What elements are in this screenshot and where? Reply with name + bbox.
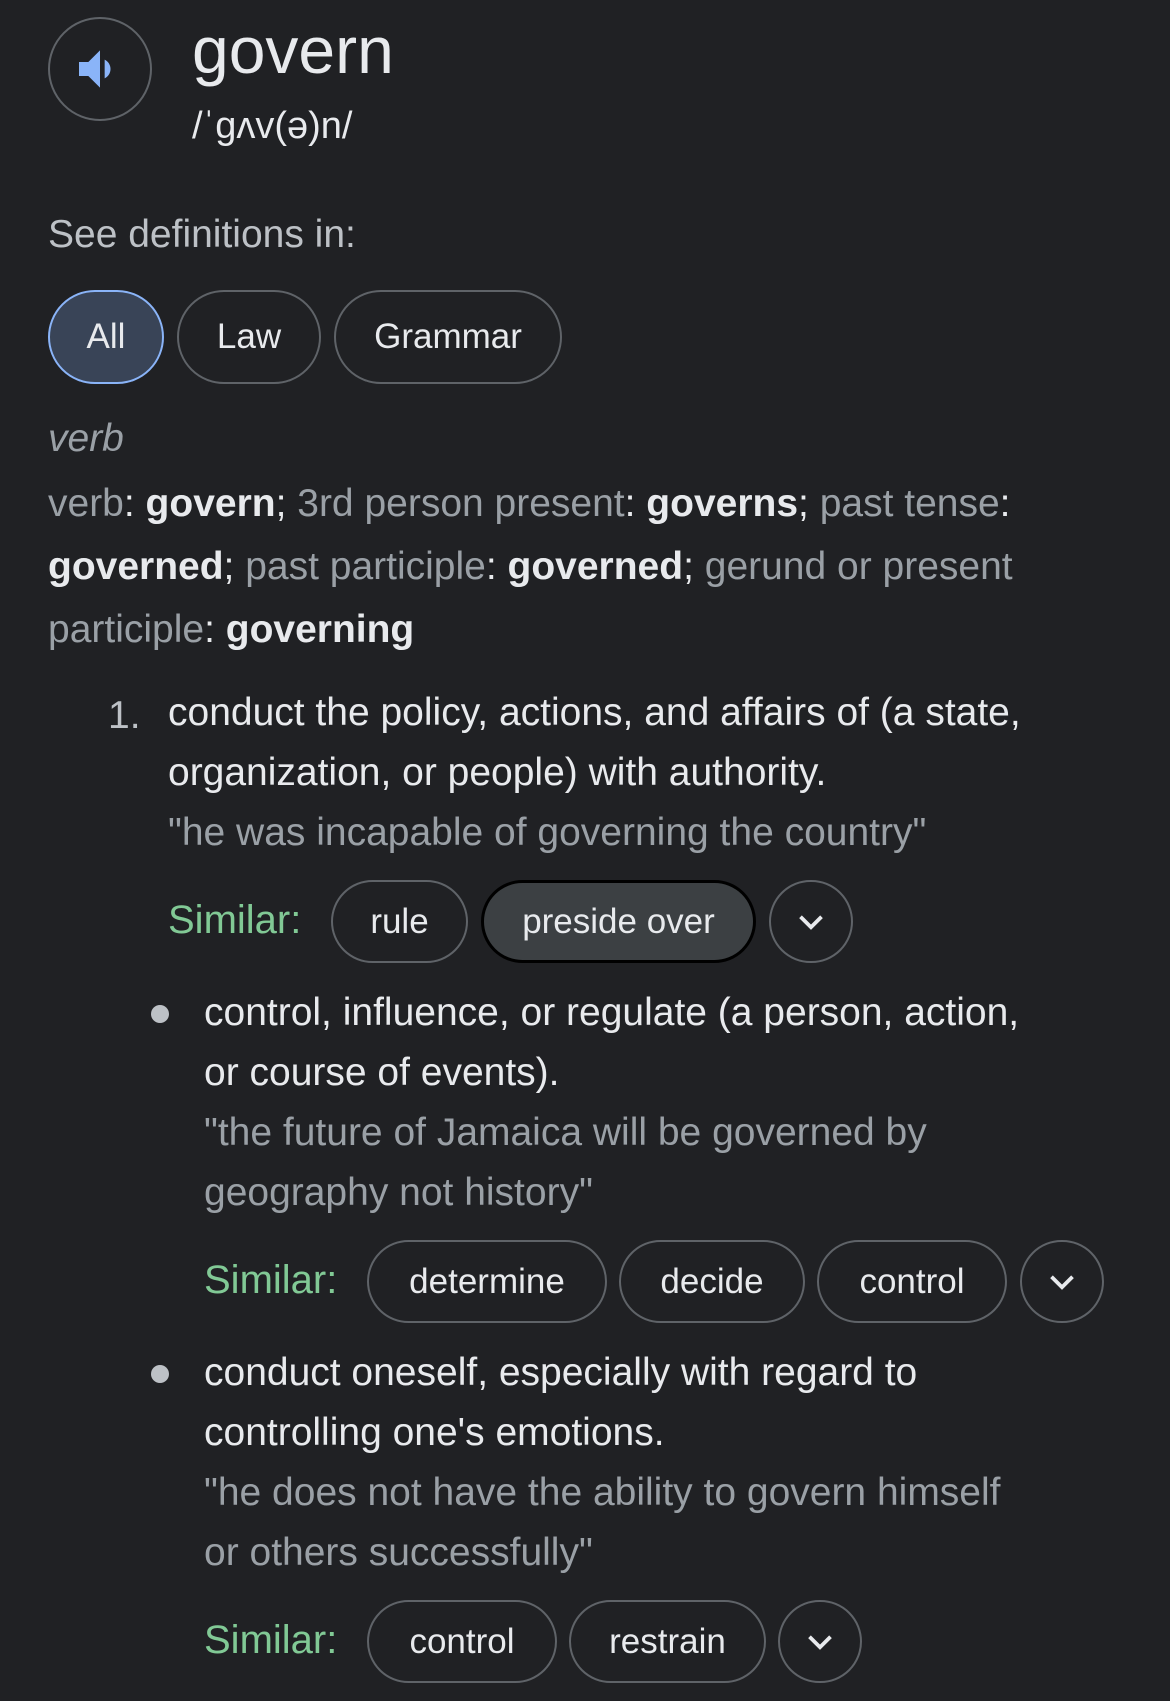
pronunciation-button[interactable]	[48, 17, 152, 121]
definition-line: organization, or people) with authority.	[168, 751, 827, 794]
similar-chip-control[interactable]: control	[817, 1240, 1007, 1323]
chevron-down-icon	[1050, 1274, 1074, 1290]
chip-law[interactable]: Law	[177, 290, 321, 384]
form-value: governed	[507, 545, 684, 588]
definition-line: or course of events).	[204, 1051, 560, 1094]
definition-line: conduct the policy, actions, and affairs…	[168, 691, 1021, 734]
headword: govern	[192, 13, 394, 87]
similar-chip-determine[interactable]: determine	[367, 1240, 607, 1323]
part-of-speech: verb	[48, 417, 124, 460]
chevron-down-icon	[799, 914, 823, 930]
definition-line: control, influence, or regulate (a perso…	[204, 991, 1020, 1034]
verb-forms: verb: govern; 3rd person present: govern…	[48, 482, 1013, 651]
see-definitions-label: See definitions in:	[48, 213, 356, 256]
chip-all[interactable]: All	[48, 290, 164, 384]
speaker-icon	[79, 50, 111, 88]
bullet	[151, 1005, 169, 1023]
form-value: governs	[646, 482, 799, 525]
similar-chip-decide[interactable]: decide	[619, 1240, 805, 1323]
chip-grammar[interactable]: Grammar	[334, 290, 562, 384]
similar-label: Similar:	[168, 898, 302, 942]
form-value: govern	[145, 482, 276, 525]
bullet	[151, 1365, 169, 1383]
expand-similar-button[interactable]	[778, 1600, 862, 1683]
similar-chip-rule[interactable]: rule	[331, 880, 468, 963]
form-value: governed	[48, 545, 224, 588]
similar-label: Similar:	[204, 1258, 338, 1302]
similar-chip-preside-over[interactable]: preside over	[481, 880, 756, 963]
example-line: or others successfully"	[204, 1531, 593, 1574]
form-value: governing	[225, 608, 415, 651]
sense-number: 1.	[108, 694, 141, 737]
form-label: past tense	[819, 482, 1000, 525]
example-line: "he was incapable of governing the count…	[168, 811, 927, 854]
similar-label: Similar:	[204, 1618, 338, 1662]
form-label: verb	[48, 482, 124, 525]
form-label: 3rd person present	[297, 482, 625, 525]
phonetic: /ˈɡʌv(ə)n/	[192, 105, 353, 147]
similar-chip-restrain[interactable]: restrain	[569, 1600, 766, 1683]
example-line: geography not history"	[204, 1171, 593, 1214]
example-line: "he does not have the ability to govern …	[204, 1471, 1001, 1514]
form-label: past participle	[245, 545, 486, 588]
expand-similar-button[interactable]	[769, 880, 853, 963]
similar-chip-control[interactable]: control	[367, 1600, 557, 1683]
definition-line: controlling one's emotions.	[204, 1411, 665, 1454]
chevron-down-icon	[808, 1634, 832, 1650]
definition-line: conduct oneself, especially with regard …	[204, 1351, 918, 1394]
example-line: "the future of Jamaica will be governed …	[204, 1111, 927, 1154]
expand-similar-button[interactable]	[1020, 1240, 1104, 1323]
